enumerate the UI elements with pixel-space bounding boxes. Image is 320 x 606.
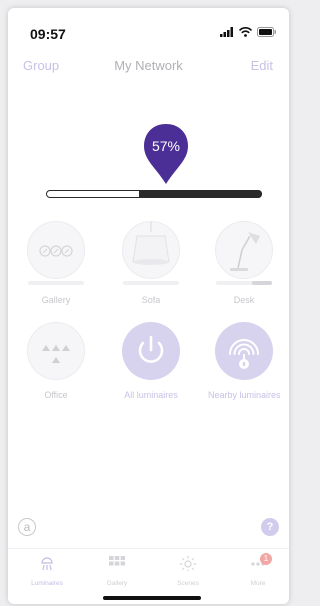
slider-fill bbox=[138, 190, 262, 198]
tile-label-all-luminaires: All luminaires bbox=[124, 390, 178, 400]
tile-label-desk: Desk bbox=[233, 295, 255, 305]
gallery-lamps-icon bbox=[39, 245, 73, 257]
tab-label-scenes: Scenes bbox=[177, 580, 199, 587]
tab-label-luminaires: Luminaires bbox=[31, 580, 63, 587]
tile-label-gallery: Gallery bbox=[41, 295, 71, 305]
edit-button[interactable]: Edit bbox=[251, 58, 273, 73]
status-icons bbox=[220, 27, 277, 37]
desk-circle bbox=[215, 221, 273, 279]
app-screen: 09:57 Group My Network Edit 57% Gallery … bbox=[8, 8, 289, 604]
tile-all-luminaires[interactable]: All luminaires bbox=[115, 322, 187, 400]
pendant-lamp-icon bbox=[132, 222, 170, 265]
tile-gallery[interactable]: Gallery bbox=[20, 221, 92, 305]
tab-more[interactable]: 1 More bbox=[230, 553, 286, 587]
tile-desk[interactable]: Desk bbox=[208, 221, 280, 305]
gallery-circle bbox=[27, 221, 85, 279]
help-icon[interactable]: ? bbox=[261, 518, 279, 536]
sofa-circle bbox=[122, 221, 180, 279]
tab-luminaires[interactable]: Luminaires bbox=[19, 555, 75, 587]
wifi-icon bbox=[239, 27, 252, 37]
tile-nearby-luminaires[interactable]: Nearby luminaires bbox=[208, 322, 281, 400]
group-button[interactable]: Group bbox=[23, 58, 59, 73]
desk-brightness-bar bbox=[216, 281, 272, 285]
status-bar: 09:57 bbox=[8, 8, 289, 48]
tab-scenes[interactable]: Scenes bbox=[160, 555, 216, 587]
notification-badge: 1 bbox=[260, 553, 272, 565]
nearby-luminaires-circle bbox=[215, 322, 273, 380]
power-icon bbox=[138, 335, 164, 363]
all-luminaires-circle bbox=[122, 322, 180, 380]
pin-marker-icon bbox=[144, 124, 188, 184]
home-indicator bbox=[103, 596, 201, 600]
office-circle bbox=[27, 322, 85, 380]
grid-icon bbox=[109, 556, 126, 566]
sun-icon bbox=[180, 556, 196, 571]
tab-gallery[interactable]: Gallery bbox=[89, 555, 145, 587]
tile-label-office: Office bbox=[44, 390, 68, 400]
account-icon[interactable]: a bbox=[18, 518, 36, 536]
nearby-signal-icon bbox=[229, 339, 259, 369]
brightness-value: 57% bbox=[151, 138, 181, 154]
office-lamps-icon bbox=[42, 345, 70, 363]
battery-icon bbox=[257, 27, 276, 37]
desk-lamp-icon bbox=[230, 232, 260, 271]
tab-label-gallery: Gallery bbox=[106, 580, 128, 587]
tile-label-nearby-luminaires: Nearby luminaires bbox=[208, 390, 281, 400]
tile-label-sofa: Sofa bbox=[141, 295, 161, 305]
gallery-brightness-bar bbox=[28, 281, 84, 285]
tab-label-more: More bbox=[250, 580, 266, 587]
brightness-indicator: 57% bbox=[141, 122, 191, 186]
brightness-slider[interactable] bbox=[46, 190, 262, 200]
sofa-brightness-bar bbox=[123, 281, 179, 285]
signal-icon bbox=[220, 27, 233, 37]
tile-sofa[interactable]: Sofa bbox=[115, 221, 187, 305]
status-time: 09:57 bbox=[30, 26, 66, 42]
navigation-bar: Group My Network Edit bbox=[8, 52, 289, 80]
luminaire-icon bbox=[41, 557, 53, 571]
tile-office[interactable]: Office bbox=[20, 322, 92, 400]
